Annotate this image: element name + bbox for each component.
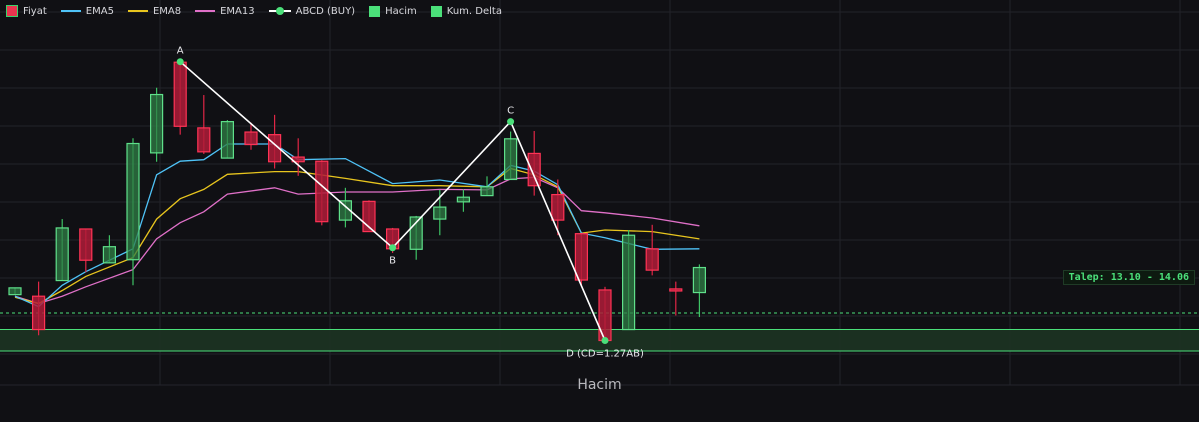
price-chart[interactable]: A B C D (CD=1.27AB) <box>0 0 1199 422</box>
chart-legend: Fiyat EMA5 EMA8 EMA13 ABCD (BUY) Hacim Kum. De… <box>6 3 502 19</box>
legend-item-ema5[interactable]: EMA5 <box>60 5 114 17</box>
candle-body <box>79 228 93 261</box>
abcd-label-b: B <box>389 256 396 267</box>
square-icon <box>430 5 442 17</box>
candle-body <box>480 186 494 197</box>
candle-body <box>8 287 22 296</box>
legend-label: Hacim <box>385 5 417 17</box>
abcd-pattern-icon <box>268 6 291 16</box>
abcd-label-d: D (CD=1.27AB) <box>566 348 644 359</box>
candle-body <box>150 93 164 154</box>
candle-body <box>504 138 518 181</box>
abcd-label-a: A <box>177 46 184 57</box>
legend-item-hacim[interactable]: Hacim <box>369 5 417 17</box>
legend-item-fiyat[interactable]: Fiyat <box>6 5 47 17</box>
candle-body <box>102 246 117 264</box>
abcd-point-c <box>507 118 515 126</box>
legend-item-ema13[interactable]: EMA13 <box>195 6 255 17</box>
legend-label: Kum. Delta <box>446 5 502 17</box>
abcd-point-d <box>601 336 609 344</box>
legend-label: EMA13 <box>220 5 255 17</box>
ema5-line <box>14 143 700 308</box>
candle-body <box>669 288 683 292</box>
line-icon <box>195 10 216 12</box>
candle-body <box>598 289 612 342</box>
line-icon <box>60 10 81 12</box>
candle-body <box>527 152 541 187</box>
candle-body <box>244 131 258 146</box>
candle-body <box>621 234 636 331</box>
legend-item-ema8[interactable]: EMA8 <box>127 5 182 17</box>
square-icon <box>369 5 381 17</box>
candle-body <box>456 196 470 203</box>
candle-body <box>173 61 187 127</box>
volume-panel-title: Hacim <box>577 377 622 393</box>
legend-label: EMA8 <box>152 5 182 17</box>
candle-body <box>645 248 659 271</box>
candlestick-icon <box>6 5 18 17</box>
legend-item-abcd-buy[interactable]: ABCD (BUY) <box>268 5 356 17</box>
abcd-label-c: C <box>507 106 514 117</box>
candle-body <box>220 121 234 159</box>
candle-body <box>126 142 140 261</box>
candle-body <box>197 127 211 153</box>
candle-body <box>55 227 69 282</box>
candle-body <box>433 206 447 220</box>
candle-body <box>31 295 46 331</box>
candle-body <box>551 193 565 221</box>
legend-item-kum-delta[interactable]: Kum. Delta <box>430 5 502 17</box>
abcd-point-b <box>389 244 397 252</box>
demand-zone-label: Talep: 13.10 - 14.06 <box>1062 270 1195 285</box>
candle-body <box>574 233 589 281</box>
legend-label: ABCD (BUY) <box>295 5 356 17</box>
legend-label: Fiyat <box>23 5 47 17</box>
line-icon <box>127 10 148 12</box>
abcd-pattern-line <box>179 61 606 341</box>
legend-label: EMA5 <box>85 5 114 17</box>
abcd-point-a <box>176 58 184 66</box>
candle-body <box>315 160 329 223</box>
candle-body <box>692 266 707 294</box>
